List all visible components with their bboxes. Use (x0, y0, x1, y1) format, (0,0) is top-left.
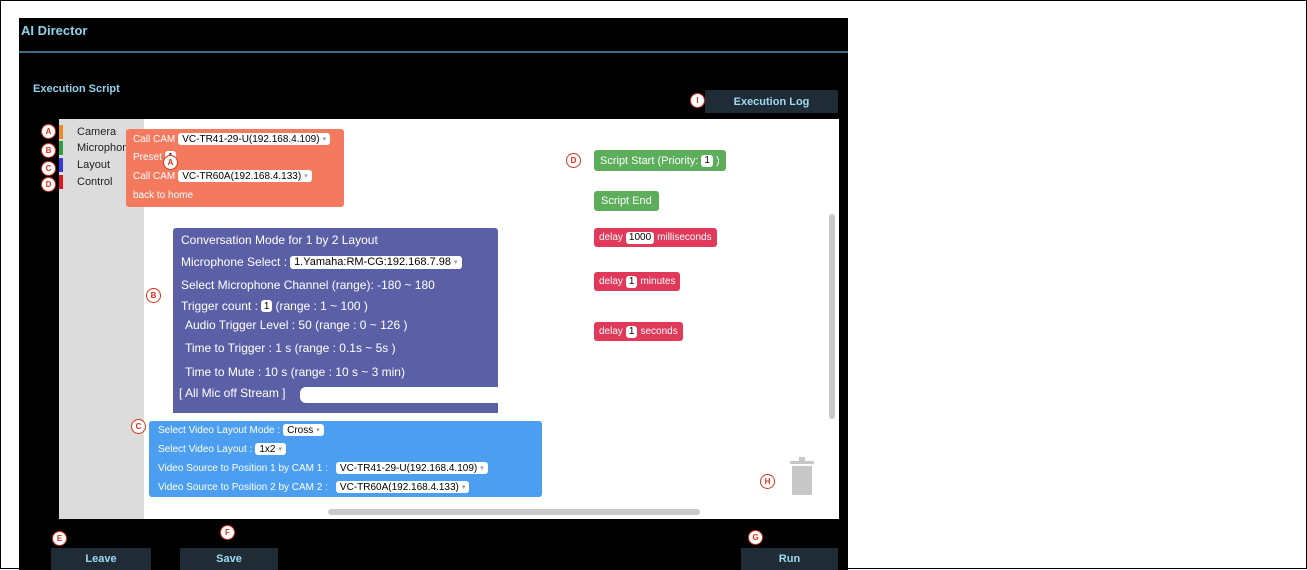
stream-input-slot[interactable] (300, 387, 525, 403)
mic-channel-label: Select Microphone Channel (range): -180 … (181, 278, 435, 292)
script-start-priority[interactable]: 1 (701, 154, 713, 167)
leave-button[interactable]: Leave (51, 548, 151, 570)
script-end-block[interactable]: Script End (594, 191, 659, 211)
marker-a-toolbox: A (41, 124, 56, 139)
script-start-block[interactable]: Script Start (Priority: 1) (594, 150, 726, 171)
video-layout-label: Select Video Layout : (158, 443, 253, 455)
marker-i-execution-log: I (690, 93, 705, 108)
call-cam-label: Call CAM (133, 133, 176, 145)
back-home-label: back to home (133, 190, 194, 201)
marker-f-save: F (220, 525, 235, 540)
delay-sec-unit: seconds (640, 326, 678, 337)
trigger-count-input[interactable]: 1 (260, 300, 273, 312)
trigger-count-range: (range : 1 ~ 100 ) (275, 299, 368, 313)
toolbox-microphone[interactable]: Microphone (59, 141, 134, 155)
microphone-color-bar (59, 141, 63, 155)
time-to-mute: Time to Mute : 10 s (range : 10 s ~ 3 mi… (185, 365, 405, 379)
toolbox-control-label: Control (77, 176, 113, 188)
layout-color-bar (59, 158, 63, 172)
delay-label: delay (599, 232, 623, 243)
delay-label: delay (599, 326, 623, 337)
marker-b-toolbox: B (41, 143, 56, 158)
preset-label: Preset (133, 151, 162, 163)
position2-dropdown[interactable]: VC-TR60A(192.168.4.133) (335, 481, 470, 493)
position1-label: Video Source to Position 1 by CAM 1 : (158, 462, 328, 474)
delay-ms-unit: milliseconds (657, 232, 712, 243)
delay-min-block[interactable]: delay 1 minutes (594, 272, 681, 291)
camera-block[interactable]: Call CAMVC-TR41-29-U(192.168.4.109) Pres… (126, 129, 344, 207)
marker-b-microphone: B (146, 288, 161, 303)
title-divider (19, 51, 848, 53)
mic-select-dropdown[interactable]: 1.Yamaha:RM-CG:192.168.7.98 (290, 255, 462, 269)
horizontal-scrollbar[interactable] (328, 509, 700, 515)
toolbox-layout-label: Layout (77, 159, 111, 171)
layout-block[interactable]: Select Video Layout Mode :Cross Select V… (149, 421, 542, 497)
marker-e-leave: E (52, 531, 67, 546)
mic-select-label: Microphone Select : (181, 255, 288, 269)
app-title: AI Director (21, 23, 88, 38)
toolbox-layout[interactable]: Layout (59, 158, 110, 172)
toolbox-camera-label: Camera (77, 126, 117, 138)
marker-a-camera: A (163, 155, 178, 170)
delay-sec-input[interactable]: 1 (625, 325, 638, 338)
mic-stream-block[interactable]: [ All Mic off Stream ] (173, 381, 525, 413)
delay-label: delay (599, 276, 623, 287)
marker-d-toolbox: D (41, 177, 56, 192)
layout-mode-label: Select Video Layout Mode : (158, 424, 281, 436)
marker-d-control: D (566, 153, 581, 168)
control-color-bar (59, 175, 63, 189)
toolbox-control[interactable]: Control (59, 175, 112, 189)
marker-c-layout: C (131, 419, 146, 434)
script-start-label: Script Start (Priority: (600, 154, 699, 167)
microphone-block[interactable]: Conversation Mode for 1 by 2 Layout Micr… (173, 228, 498, 317)
cam2-dropdown[interactable]: VC-TR60A(192.168.4.133) (178, 170, 312, 182)
screenshot-frame: AI Director Execution Script Execution L… (0, 0, 1307, 570)
trash-icon[interactable] (789, 456, 815, 496)
run-button[interactable]: Run (741, 548, 838, 570)
cam1-dropdown[interactable]: VC-TR41-29-U(192.168.4.109) (178, 133, 331, 145)
delay-min-input[interactable]: 1 (625, 275, 638, 288)
script-end-label: Script End (601, 195, 652, 207)
layout-mode-dropdown[interactable]: Cross (283, 424, 324, 436)
vertical-scrollbar[interactable] (829, 214, 835, 419)
toolbox-camera[interactable]: Camera (59, 125, 116, 139)
marker-c-toolbox: C (41, 161, 56, 176)
delay-ms-block[interactable]: delay 1000 milliseconds (594, 228, 717, 247)
delay-sec-block[interactable]: delay 1 seconds (594, 322, 683, 341)
video-layout-dropdown[interactable]: 1x2 (255, 443, 286, 455)
position2-label: Video Source to Position 2 by CAM 2 : (158, 481, 328, 493)
all-mic-off-stream: [ All Mic off Stream ] (179, 386, 286, 400)
marker-h-trash: H (760, 474, 775, 489)
audio-trigger-level: Audio Trigger Level : 50 (range : 0 ~ 12… (185, 318, 408, 332)
delay-min-unit: minutes (640, 276, 676, 287)
mic-block-title: Conversation Mode for 1 by 2 Layout (181, 233, 378, 247)
microphone-block-levels[interactable]: Audio Trigger Level : 50 (range : 0 ~ 12… (173, 315, 498, 383)
save-button[interactable]: Save (180, 548, 278, 570)
trigger-count-label: Trigger count : (181, 299, 258, 313)
time-to-trigger: Time to Trigger : 1 s (range : 0.1s ~ 5s… (185, 341, 396, 355)
call-cam-label-2: Call CAM (133, 170, 176, 182)
marker-g-run: G (748, 530, 763, 545)
section-title: Execution Script (33, 83, 120, 95)
execution-log-button[interactable]: Execution Log (705, 90, 838, 113)
script-start-close: ) (715, 154, 720, 167)
delay-ms-input[interactable]: 1000 (625, 231, 655, 244)
camera-color-bar (59, 125, 63, 139)
position1-dropdown[interactable]: VC-TR41-29-U(192.168.4.109) (335, 462, 488, 474)
